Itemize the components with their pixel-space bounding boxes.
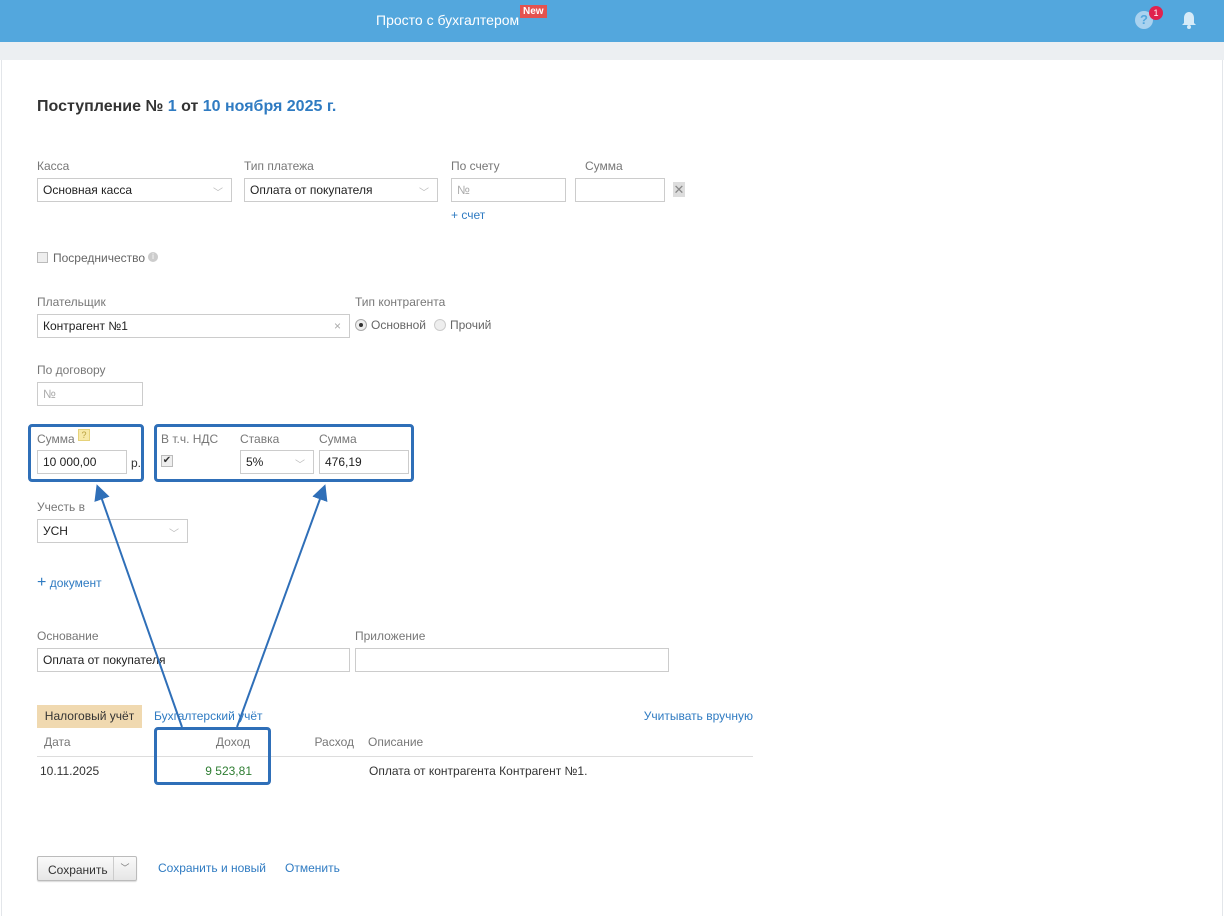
arrow-to-amount bbox=[94, 484, 183, 728]
annotation-arrows bbox=[94, 484, 328, 728]
arrow-to-vat bbox=[236, 484, 328, 728]
